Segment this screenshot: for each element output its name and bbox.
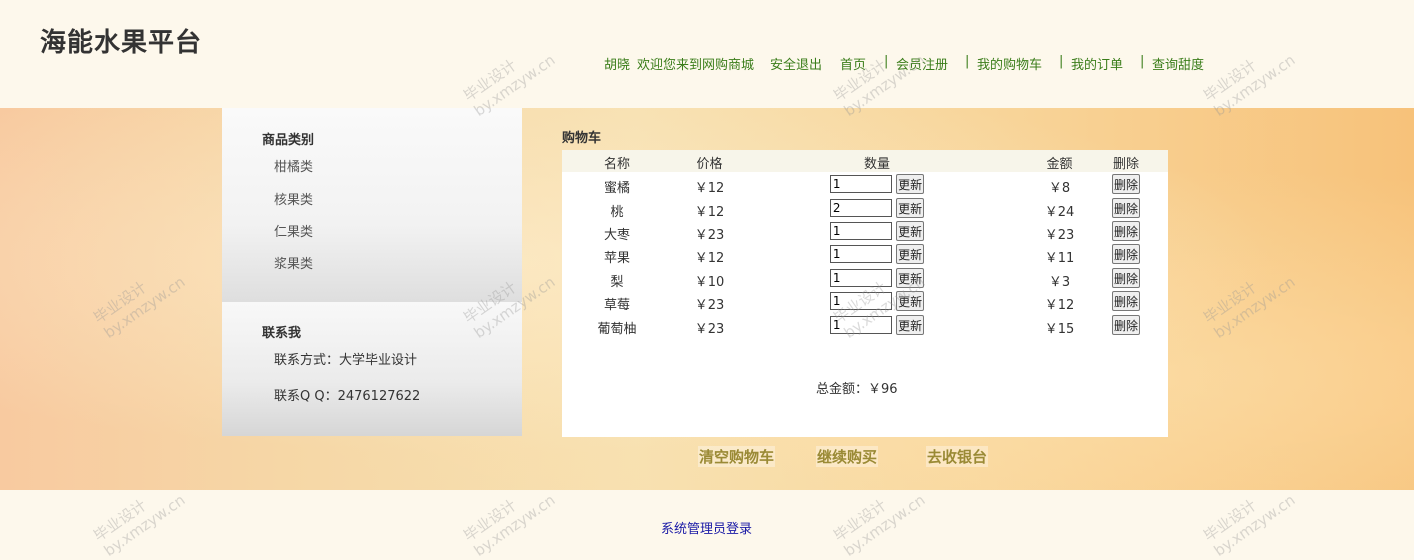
admin-login-link[interactable]: 系统管理员登录 [661,518,752,537]
item-name: 桃 [610,205,624,220]
category-heading: 商品类别 [262,133,315,148]
quantity-input[interactable] [829,175,892,193]
category-panel: 商品类别 柑橘类 核果类 仁果类 浆果类 [222,108,522,302]
table-row: 大枣 ￥23 更新 ￥23 删除 [562,220,1168,243]
item-price: ￥12 [694,205,725,220]
update-button[interactable]: 更新 [896,221,925,241]
delete-cell: 删除 [1092,244,1160,264]
table-row: 苹果 ￥12 更新 ￥11 删除 [562,243,1168,266]
nav-separator: | [1140,54,1145,69]
delete-cell: 删除 [1092,315,1160,335]
item-price: ￥10 [694,275,725,290]
continue-shopping-button[interactable]: 继续购买 [816,446,879,467]
delete-button[interactable]: 删除 [1111,291,1140,311]
column-header-name: 名称 [603,157,630,172]
nav-my-cart[interactable]: 我的购物车 [977,58,1042,73]
column-header-quantity: 数量 [863,157,890,172]
delete-button[interactable]: 删除 [1111,315,1140,335]
quantity-cell: 更新 [747,221,1007,241]
update-button[interactable]: 更新 [896,315,925,335]
nav-separator: | [1059,54,1064,69]
quantity-input[interactable] [829,245,892,263]
quantity-input[interactable] [829,199,892,217]
quantity-cell: 更新 [747,315,1007,335]
item-price: ￥12 [694,181,725,196]
quantity-cell: 更新 [747,174,1007,194]
category-item-stone-fruit[interactable]: 核果类 [274,189,313,208]
quantity-input[interactable] [829,292,892,310]
delete-cell: 删除 [1092,291,1160,311]
quantity-cell: 更新 [747,244,1007,264]
item-name: 梨 [610,275,624,290]
nav-my-orders[interactable]: 我的订单 [1071,58,1123,73]
delete-button[interactable]: 删除 [1111,244,1140,264]
cart-total: 总金额：￥96 [816,378,898,397]
quantity-cell: 更新 [747,198,1007,218]
total-label: 总金额： [816,382,869,397]
cart-header-row: 名称 价格 数量 金额 删除 [562,150,1168,172]
delete-button[interactable]: 删除 [1111,221,1140,241]
delete-cell: 删除 [1092,268,1160,288]
site-title: 海能水果平台 [40,28,203,58]
header: 海能水果平台 胡晓 欢迎您来到网购商城 安全退出 首页 | 会员注册 | 我的购… [0,0,1414,108]
update-button[interactable]: 更新 [896,244,925,264]
total-value: ￥96 [868,382,898,397]
item-name: 大枣 [603,228,630,243]
update-button[interactable]: 更新 [896,174,925,194]
nav-home[interactable]: 首页 [840,58,866,73]
checkout-button[interactable]: 去收银台 [926,446,989,467]
delete-cell: 删除 [1092,174,1160,194]
quantity-input[interactable] [829,316,892,334]
item-price: ￥12 [694,251,725,266]
contact-method: 联系方式：大学毕业设计 [274,353,418,368]
nav-sweetness-query[interactable]: 查询甜度 [1152,58,1204,73]
delete-cell: 删除 [1092,221,1160,241]
clear-cart-button[interactable]: 清空购物车 [698,446,776,467]
category-item-citrus[interactable]: 柑橘类 [274,156,313,175]
category-item-berry[interactable]: 浆果类 [274,253,313,272]
contact-qq: 联系Q Q：2476127622 [274,389,421,404]
cart-table: 名称 价格 数量 金额 删除 蜜橘 ￥12 更新 ￥8 删除 桃 ￥12 更新 … [562,150,1168,437]
column-header-delete: 删除 [1112,157,1139,172]
nav-separator: | [884,54,889,69]
update-button[interactable]: 更新 [896,291,925,311]
contact-panel: 联系我 联系方式：大学毕业设计 联系Q Q：2476127622 [222,302,522,436]
update-button[interactable]: 更新 [896,198,925,218]
table-row: 葡萄柚 ￥23 更新 ￥15 删除 [562,314,1168,337]
column-header-price: 价格 [696,157,723,172]
item-price: ￥23 [694,228,725,243]
item-name: 苹果 [603,251,630,266]
quantity-cell: 更新 [747,291,1007,311]
delete-button[interactable]: 删除 [1111,198,1140,218]
item-name: 草莓 [603,298,630,313]
category-item-pome[interactable]: 仁果类 [274,221,313,240]
cart-title: 购物车 [562,131,602,146]
delete-cell: 删除 [1092,198,1160,218]
update-button[interactable]: 更新 [896,268,925,288]
quantity-input[interactable] [829,269,892,287]
nav-register[interactable]: 会员注册 [896,58,948,73]
quantity-input[interactable] [829,222,892,240]
user-name: 胡晓 [604,58,631,73]
item-name: 葡萄柚 [597,322,637,337]
item-name: 蜜橘 [603,181,630,196]
quantity-cell: 更新 [747,268,1007,288]
delete-button[interactable]: 删除 [1111,174,1140,194]
contact-heading: 联系我 [262,326,302,341]
table-row: 草莓 ￥23 更新 ￥12 删除 [562,290,1168,313]
item-price: ￥23 [694,298,725,313]
table-row: 梨 ￥10 更新 ￥3 删除 [562,267,1168,290]
welcome-text: 欢迎您来到网购商城 [637,58,755,73]
delete-button[interactable]: 删除 [1111,268,1140,288]
table-row: 桃 ￥12 更新 ￥24 删除 [562,197,1168,220]
nav-separator: | [965,54,970,69]
item-price: ￥23 [694,322,725,337]
logout-link[interactable]: 安全退出 [770,58,822,73]
table-row: 蜜橘 ￥12 更新 ￥8 删除 [562,173,1168,196]
